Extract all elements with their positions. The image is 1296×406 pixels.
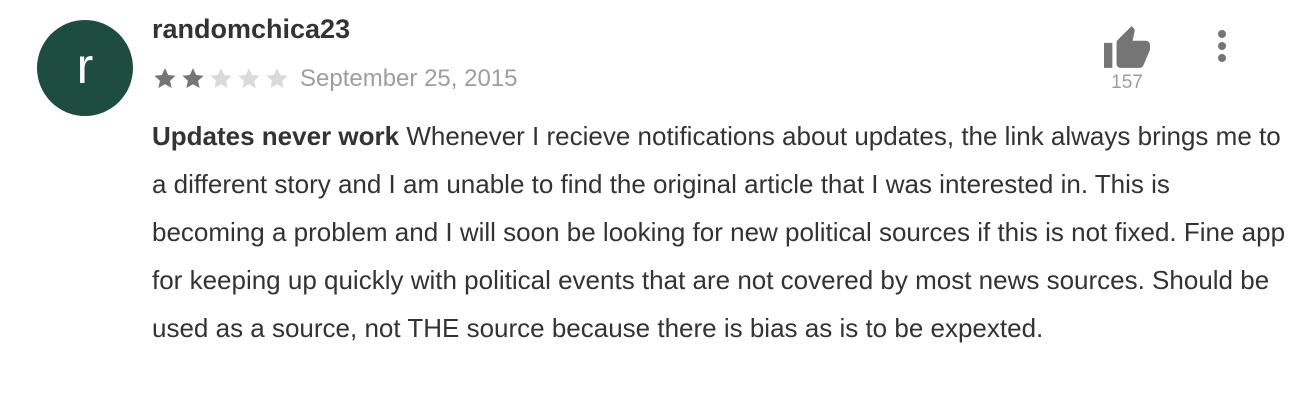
star-rating bbox=[152, 66, 290, 92]
star-empty-icon bbox=[210, 68, 232, 89]
star-filled-icon bbox=[154, 68, 176, 89]
review-date: September 25, 2015 bbox=[300, 65, 518, 92]
review-card: r randomchica23 September 25, 2015 157 U… bbox=[0, 0, 1296, 406]
avatar[interactable]: r bbox=[37, 20, 133, 116]
review-title: Updates never work bbox=[152, 121, 400, 151]
review-body: Updates never work Whenever I recieve no… bbox=[152, 112, 1286, 352]
avatar-letter: r bbox=[76, 38, 94, 94]
star-filled-icon bbox=[182, 68, 204, 89]
reviewer-name: randomchica23 bbox=[152, 14, 351, 44]
helpful-button[interactable]: 157 bbox=[1100, 24, 1154, 98]
star-empty-icon bbox=[266, 68, 288, 89]
more-vert-icon[interactable] bbox=[1205, 26, 1239, 66]
more-options-button[interactable] bbox=[1205, 26, 1239, 66]
thumbs-up-icon[interactable] bbox=[1101, 24, 1153, 70]
helpful-count: 157 bbox=[1111, 72, 1143, 93]
rating-row: September 25, 2015 bbox=[152, 64, 518, 94]
review-text: Whenever I recieve notifications about u… bbox=[152, 121, 1286, 343]
star-empty-icon bbox=[238, 68, 260, 89]
